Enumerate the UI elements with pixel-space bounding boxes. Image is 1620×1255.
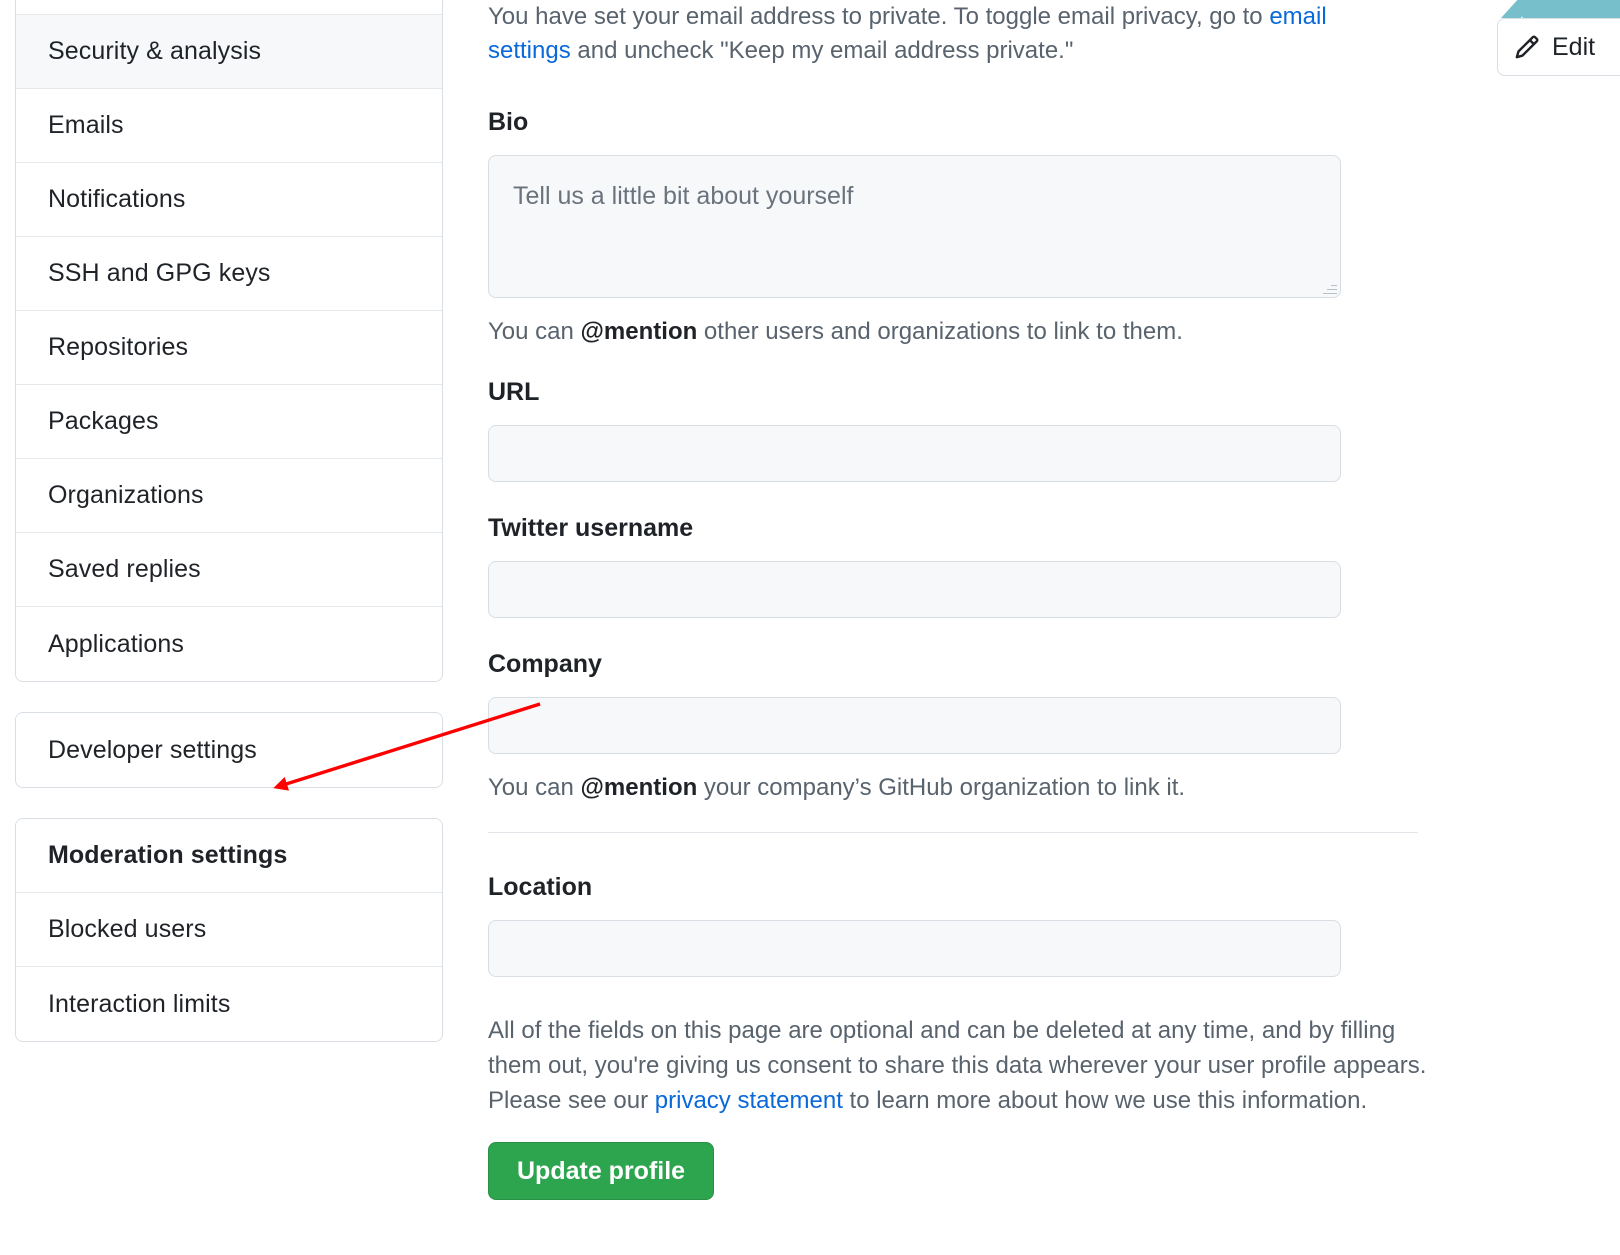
sidebar-item-label: Applications bbox=[48, 629, 185, 658]
sidebar-item-emails[interactable]: Emails bbox=[16, 89, 442, 163]
sidebar-item-label: Developer settings bbox=[48, 735, 257, 764]
sidebar-item-repositories[interactable]: Repositories bbox=[16, 311, 442, 385]
bio-placeholder: Tell us a little bit about yourself bbox=[513, 182, 854, 210]
sidebar-item-label: Interaction limits bbox=[48, 989, 231, 1018]
sidebar-item-ssh-and-gpg-keys[interactable]: SSH and GPG keys bbox=[16, 237, 442, 311]
twitter-username-input[interactable] bbox=[488, 561, 1341, 618]
sidebar-item-label: Blocked users bbox=[48, 915, 207, 943]
sidebar-item-label: Organizations bbox=[48, 481, 204, 509]
sidebar-item-packages[interactable]: Packages bbox=[16, 385, 442, 459]
pencil-icon bbox=[1514, 34, 1540, 60]
sidebar-item-label: Security & analysis bbox=[48, 37, 262, 65]
bio-helper-mention: @mention bbox=[580, 318, 698, 345]
settings-page: Security log Security & analysis Emails Not… bbox=[0, 0, 1620, 1255]
email-privacy-notice-suffix: and uncheck "Keep my email address priva… bbox=[570, 37, 1074, 64]
sidebar-item-label: Notifications bbox=[48, 185, 186, 213]
avatar-image bbox=[1501, 0, 1620, 18]
email-privacy-notice-prefix: You have set your email address to priva… bbox=[488, 3, 1270, 30]
privacy-statement-link[interactable]: privacy statement bbox=[655, 1087, 843, 1114]
bio-helper-text: You can @mention other users and organiz… bbox=[488, 318, 1488, 346]
bio-helper-prefix: You can bbox=[488, 318, 581, 345]
bio-textarea[interactable]: Tell us a little bit about yourself bbox=[488, 155, 1341, 298]
account-settings-group: Security log Security & analysis Emails Not… bbox=[15, 0, 443, 682]
company-label: Company bbox=[488, 650, 602, 678]
sidebar-item-label: Repositories bbox=[48, 333, 189, 361]
settings-sidebar: Security log Security & analysis Emails Not… bbox=[15, 0, 443, 1072]
sidebar-item-label: Moderation settings bbox=[48, 841, 288, 869]
twitter-username-label: Twitter username bbox=[488, 514, 694, 542]
sidebar-item-security-log[interactable]: Security log bbox=[16, 0, 442, 15]
sidebar-item-label: SSH and GPG keys bbox=[48, 259, 271, 287]
sidebar-item-blocked-users[interactable]: Blocked users bbox=[16, 893, 442, 967]
location-label: Location bbox=[488, 873, 593, 901]
developer-settings-group: Developer settings bbox=[15, 712, 443, 788]
sidebar-item-developer-settings[interactable]: Developer settings bbox=[16, 713, 442, 787]
bio-label: Bio bbox=[488, 108, 529, 136]
sidebar-item-applications[interactable]: Applications bbox=[16, 607, 442, 681]
sidebar-item-label: Packages bbox=[48, 407, 159, 435]
sidebar-item-label: Emails bbox=[48, 111, 124, 139]
moderation-settings-group: Moderation settings Blocked users Interact… bbox=[15, 818, 443, 1042]
edit-avatar-label: Edit bbox=[1552, 32, 1596, 61]
profile-settings-form: You have set your email address to priva… bbox=[488, 0, 1488, 1200]
disclaimer-suffix: to learn more about how we use this info… bbox=[842, 1087, 1368, 1114]
sidebar-item-saved-replies[interactable]: Saved replies bbox=[16, 533, 442, 607]
url-input[interactable] bbox=[488, 425, 1341, 482]
sidebar-heading-moderation-settings: Moderation settings bbox=[16, 819, 442, 893]
edit-avatar-button[interactable]: Edit bbox=[1497, 18, 1620, 76]
resize-handle-icon[interactable] bbox=[1323, 280, 1337, 294]
company-helper-text: You can @mention your company’s GitHub o… bbox=[488, 774, 1488, 802]
bio-helper-suffix: other users and organizations to link to… bbox=[697, 318, 1183, 345]
url-label: URL bbox=[488, 378, 540, 406]
sidebar-item-security-analysis[interactable]: Security & analysis bbox=[16, 15, 442, 89]
company-helper-prefix: You can bbox=[488, 774, 581, 801]
sidebar-item-organizations[interactable]: Organizations bbox=[16, 459, 442, 533]
fields-disclaimer: All of the fields on this page are optio… bbox=[488, 1013, 1428, 1118]
sidebar-item-notifications[interactable]: Notifications bbox=[16, 163, 442, 237]
sidebar-item-label: Saved replies bbox=[48, 555, 201, 583]
sidebar-item-interaction-limits[interactable]: Interaction limits bbox=[16, 967, 442, 1041]
company-helper-mention: @mention bbox=[580, 774, 698, 801]
company-input[interactable] bbox=[488, 697, 1341, 754]
company-helper-suffix: your company’s GitHub organization to li… bbox=[697, 774, 1186, 801]
email-privacy-notice: You have set your email address to priva… bbox=[488, 0, 1393, 68]
location-input[interactable] bbox=[488, 920, 1341, 977]
update-profile-button[interactable]: Update profile bbox=[488, 1142, 715, 1200]
